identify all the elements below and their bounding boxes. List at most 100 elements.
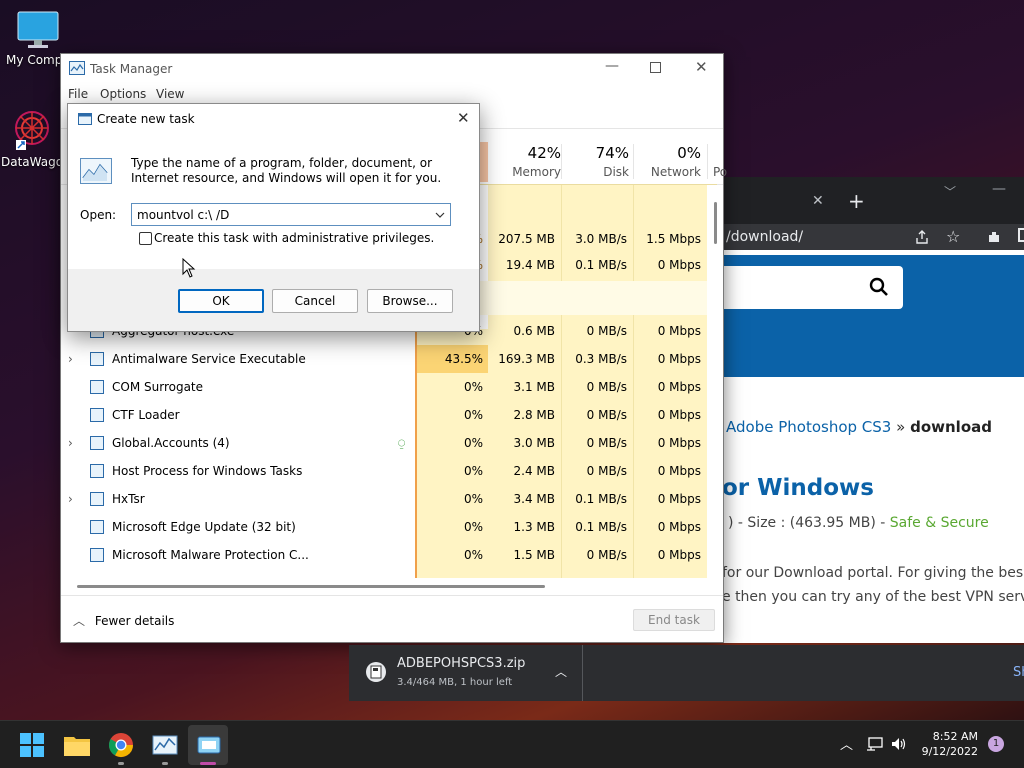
- disk-cell: 0 MB/s: [586, 324, 627, 338]
- disk-cell: 0.1 MB/s: [575, 258, 627, 272]
- menu-view[interactable]: View: [156, 87, 184, 101]
- browse-button[interactable]: Browse...: [367, 289, 453, 313]
- file-size-text: ) - Size : (463.95 MB) -: [728, 515, 886, 531]
- process-name: CTF Loader: [112, 408, 180, 422]
- expand-chevron-icon[interactable]: ›: [68, 485, 73, 513]
- chevron-up-icon[interactable]: ︿: [555, 663, 567, 680]
- network-cell: 0 Mbps: [657, 324, 701, 338]
- disk-cell: 0 MB/s: [586, 548, 627, 562]
- column-header-disk[interactable]: 74% Disk: [561, 144, 629, 179]
- active-app-indicator: [200, 762, 216, 765]
- bookmark-star-icon[interactable]: ☆: [946, 227, 960, 246]
- column-header-power[interactable]: Po: [707, 144, 727, 179]
- search-icon[interactable]: [869, 277, 889, 297]
- dialog-description: Type the name of a program, folder, docu…: [131, 156, 442, 185]
- show-hidden-icons-chevron[interactable]: ︿: [840, 734, 853, 753]
- breadcrumb-link[interactable]: Adobe Photoshop CS3: [726, 418, 891, 436]
- breadcrumb-current: download: [910, 418, 992, 436]
- table-row[interactable]: › Antimalware Service Executable 43.5% 169.…: [61, 345, 723, 373]
- windows-start-icon[interactable]: [16, 729, 48, 761]
- process-icon: [90, 408, 104, 422]
- network-cell: 0 Mbps: [657, 492, 701, 506]
- clock-time: 8:52 AM: [932, 730, 978, 743]
- page-heading: or Windows: [722, 475, 874, 501]
- maximize-button[interactable]: [650, 62, 661, 73]
- breadcrumb: Adobe Photoshop CS3 » download: [726, 418, 992, 436]
- tab-search-icon[interactable]: ﹀: [944, 183, 956, 200]
- show-all-link[interactable]: Sh: [1013, 665, 1024, 680]
- run-dialog-taskbar-icon[interactable]: [193, 729, 225, 761]
- footer-divider: [61, 595, 723, 596]
- disk-cell: 0.1 MB/s: [575, 520, 627, 534]
- table-row[interactable]: COM Surrogate 0% 3.1 MB 0 MB/s 0 Mbps: [61, 373, 723, 401]
- notification-badge[interactable]: 1: [988, 736, 1004, 752]
- process-icon: [90, 436, 104, 450]
- dialog-close-button[interactable]: ✕: [457, 109, 470, 127]
- sidebar-icon[interactable]: [1018, 228, 1024, 242]
- table-row[interactable]: Host Process for Windows Tasks 0% 2.4 MB 0 …: [61, 457, 723, 485]
- close-button[interactable]: ✕: [695, 58, 708, 76]
- close-tab-icon[interactable]: ✕: [812, 193, 824, 209]
- table-row[interactable]: › HxTsr 0% 3.4 MB 0.1 MB/s 0 Mbps: [61, 485, 723, 513]
- minimize-button[interactable]: —: [605, 58, 619, 74]
- disk-cell: 0.3 MB/s: [575, 352, 627, 366]
- page-hero-banner: [724, 255, 1024, 377]
- expand-chevron-icon[interactable]: ›: [68, 345, 73, 373]
- extensions-icon[interactable]: [986, 229, 1002, 245]
- process-name: Microsoft Edge Update (32 bit): [112, 520, 296, 534]
- cpu-cell: 0%: [463, 436, 483, 450]
- disk-cell: 0.1 MB/s: [575, 492, 627, 506]
- process-icon: [90, 520, 104, 534]
- end-task-button[interactable]: End task: [633, 609, 715, 631]
- vertical-scrollbar[interactable]: [714, 202, 717, 244]
- network-icon[interactable]: [866, 736, 884, 752]
- admin-checkbox[interactable]: [139, 232, 152, 245]
- download-filename: ADBEPOHSPCS3.zip: [397, 656, 526, 671]
- process-name: HxTsr: [112, 492, 145, 506]
- process-name: Host Process for Windows Tasks: [112, 464, 303, 478]
- network-cell: 0 Mbps: [657, 464, 701, 478]
- chrome-icon[interactable]: [105, 729, 137, 761]
- memory-cell: 169.3 MB: [498, 352, 555, 366]
- address-bar[interactable]: /download/ ☆: [724, 224, 1024, 250]
- new-tab-icon[interactable]: +: [848, 189, 865, 213]
- column-header-network[interactable]: 0% Network: [633, 144, 701, 179]
- process-icon: [90, 380, 104, 394]
- process-name: Global.Accounts (4): [112, 436, 230, 450]
- cancel-button[interactable]: Cancel: [272, 289, 358, 313]
- column-header-memory[interactable]: 42% Memory: [489, 144, 561, 179]
- task-manager-running-indicator: [162, 762, 168, 765]
- menu-options[interactable]: Options: [100, 87, 146, 101]
- download-bar: ADBEPOHSPCS3.zip 3.4/464 MB, 1 hour left…: [349, 645, 1024, 701]
- chevron-down-icon[interactable]: [435, 211, 445, 219]
- open-combobox[interactable]: mountvol c:\ /D: [131, 203, 451, 226]
- memory-cell: 3.4 MB: [513, 492, 555, 506]
- clock[interactable]: 8:52 AM 9/12/2022: [918, 729, 978, 759]
- site-search-box[interactable]: [724, 266, 903, 309]
- datawagon-logo-icon: [15, 111, 49, 150]
- task-manager-titlebar[interactable]: Task Manager — ✕: [61, 54, 723, 84]
- memory-percent: 42%: [527, 144, 561, 162]
- table-row[interactable]: Microsoft Malware Protection C... 0% 1.5 M…: [61, 541, 723, 569]
- file-explorer-icon[interactable]: [61, 729, 93, 761]
- share-icon[interactable]: [914, 229, 930, 245]
- download-item[interactable]: ADBEPOHSPCS3.zip 3.4/464 MB, 1 hour left…: [349, 645, 583, 701]
- table-row[interactable]: › Global.Accounts (4) 0% 3.0 MB 0 MB/s 0 Mbps…: [61, 429, 723, 457]
- expand-chevron-icon[interactable]: ›: [68, 429, 73, 457]
- minimize-icon[interactable]: —: [992, 181, 1006, 197]
- file-size-line: ) - Size : (463.95 MB) - Safe & Secure: [728, 515, 989, 531]
- ok-button[interactable]: OK: [178, 289, 264, 313]
- fewer-details-button[interactable]: ︿ Fewer details: [73, 612, 174, 629]
- window-title: Task Manager: [90, 62, 173, 76]
- open-input[interactable]: mountvol c:\ /D: [137, 208, 229, 222]
- taskbar: ︿ 8:52 AM 9/12/2022 1: [0, 720, 1024, 768]
- table-row[interactable]: Microsoft Edge Update (32 bit) 0% 1.3 MB 0.…: [61, 513, 723, 541]
- page-content: Adobe Photoshop CS3 » download or Window…: [722, 377, 1024, 643]
- menu-file[interactable]: File: [68, 87, 88, 101]
- network-cell: 0 Mbps: [657, 258, 701, 272]
- task-manager-taskbar-icon[interactable]: [149, 729, 181, 761]
- table-row[interactable]: CTF Loader 0% 2.8 MB 0 MB/s 0 Mbps: [61, 401, 723, 429]
- mouse-cursor-icon: [182, 258, 196, 278]
- horizontal-scrollbar[interactable]: [77, 585, 545, 588]
- volume-icon[interactable]: [890, 736, 908, 752]
